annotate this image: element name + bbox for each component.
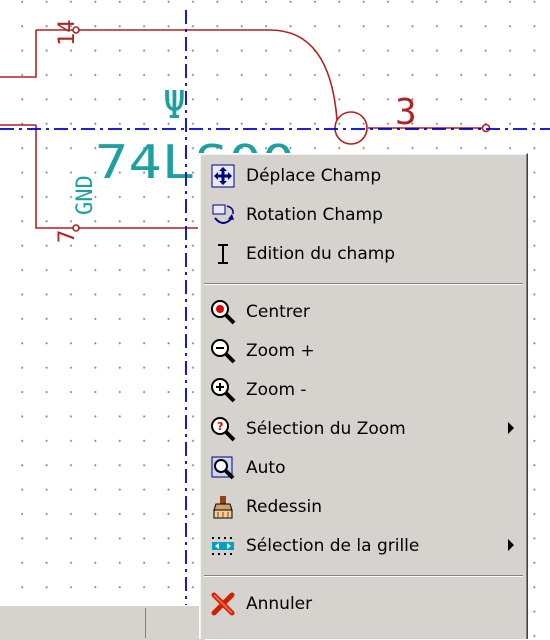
context-menu: Déplace Champ Rotation Champ Edition du … xyxy=(199,153,528,639)
center-icon xyxy=(206,295,240,329)
menu-label-center: Centrer xyxy=(246,302,310,322)
submenu-arrow-icon xyxy=(508,422,514,434)
wire-pin7 xyxy=(35,125,73,229)
menu-item-cancel[interactable]: Annuler xyxy=(203,585,524,623)
zoom-in-icon xyxy=(206,334,240,368)
submenu-arrow-icon xyxy=(508,539,514,551)
menu-label-cancel: Annuler xyxy=(246,594,313,614)
redraw-icon xyxy=(206,490,240,524)
menu-item-move-field[interactable]: Déplace Champ xyxy=(203,157,524,195)
menu-item-zoom-select[interactable]: ? Sélection du Zoom xyxy=(203,410,524,448)
menu-item-auto[interactable]: Auto xyxy=(203,449,524,487)
menu-item-zoom-in[interactable]: Zoom + xyxy=(203,332,524,370)
pin-number-3: 3 xyxy=(395,92,417,133)
svg-text:?: ? xyxy=(217,420,223,433)
zoom-auto-icon xyxy=(206,451,240,485)
grid-select-icon xyxy=(206,529,240,563)
menu-label-grid-select: Sélection de la grille xyxy=(246,536,420,556)
move-field-icon xyxy=(206,159,240,193)
menu-item-edit-field[interactable]: Edition du champ xyxy=(203,235,524,273)
menu-label-rotate-field: Rotation Champ xyxy=(246,205,383,225)
rotate-field-icon xyxy=(206,198,240,232)
pin-number-7: 7 xyxy=(55,230,80,243)
menu-item-grid-select[interactable]: Sélection de la grille xyxy=(203,527,524,565)
menu-label-zoom-in: Zoom + xyxy=(246,341,315,361)
text-cursor-icon xyxy=(206,237,240,271)
menu-item-center[interactable]: Centrer xyxy=(203,293,524,331)
menu-item-zoom-out[interactable]: Zoom - xyxy=(203,371,524,409)
wire-output-arc xyxy=(78,29,338,121)
zoom-select-icon: ? xyxy=(206,412,240,446)
menu-label-move-field: Déplace Champ xyxy=(246,166,382,186)
vcc-symbol: Ψ xyxy=(163,83,186,127)
menu-label-zoom-out: Zoom - xyxy=(246,380,307,400)
menu-separator xyxy=(204,575,523,577)
menu-label-redraw: Redessin xyxy=(246,497,322,517)
wire-top-left xyxy=(0,30,37,78)
pin-number-14: 14 xyxy=(55,20,80,47)
zoom-out-icon xyxy=(206,373,240,407)
menu-separator xyxy=(204,283,523,285)
menu-item-rotate-field[interactable]: Rotation Champ xyxy=(203,196,524,234)
horizontal-scrollbar[interactable] xyxy=(0,605,205,640)
output-bubble xyxy=(334,111,368,145)
menu-item-redraw[interactable]: Redessin xyxy=(203,488,524,526)
menu-label-auto: Auto xyxy=(246,458,286,478)
scrollbar-thumb[interactable] xyxy=(145,608,204,638)
cancel-icon xyxy=(206,587,240,621)
menu-label-edit-field: Edition du champ xyxy=(246,244,396,264)
pin-end-3 xyxy=(481,123,491,133)
menu-label-zoom-select: Sélection du Zoom xyxy=(246,419,406,439)
